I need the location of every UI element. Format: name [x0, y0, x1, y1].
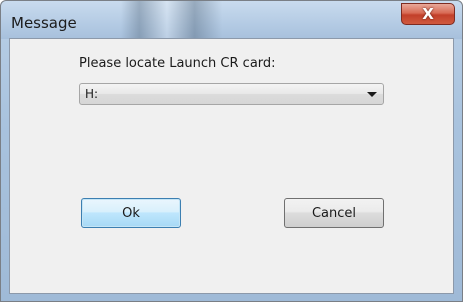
cancel-button[interactable]: Cancel: [284, 198, 384, 228]
title-bar[interactable]: Message X: [1, 1, 462, 39]
chevron-down-icon: [367, 92, 377, 97]
message-dialog: Message X: [0, 0, 463, 302]
close-button[interactable]: X: [401, 3, 455, 25]
dialog-body: [9, 38, 454, 294]
dialog-title: Message: [11, 14, 77, 32]
prompt-label: Please locate Launch CR card:: [79, 56, 276, 71]
drive-select[interactable]: H:: [79, 83, 384, 105]
drive-select-value: H:: [85, 87, 99, 101]
ok-button[interactable]: Ok: [81, 198, 181, 228]
close-icon: X: [422, 5, 434, 23]
